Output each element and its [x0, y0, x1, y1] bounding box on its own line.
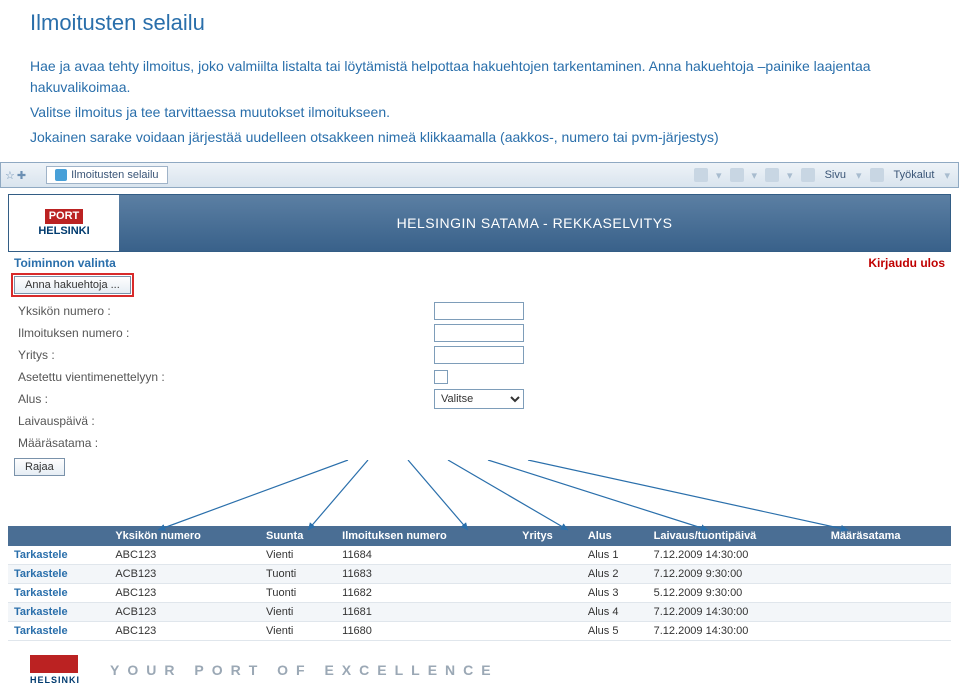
label-ilmoitus: Ilmoituksen numero : — [14, 326, 434, 340]
cell-suunta: Vienti — [260, 603, 336, 622]
cell-maara — [825, 584, 951, 603]
cell-yksikko: ACB123 — [109, 603, 260, 622]
label-alus: Alus : — [14, 392, 434, 406]
page-icon[interactable] — [801, 168, 815, 182]
cell-pvm: 5.12.2009 9:30:00 — [648, 584, 825, 603]
label-yritys: Yritys : — [14, 348, 434, 362]
footer-logo-block — [30, 655, 78, 673]
input-yksikko[interactable] — [434, 302, 524, 320]
cell-alus: Alus 3 — [582, 584, 648, 603]
table-row[interactable]: TarkasteleABC123Tuonti11682 Alus 35.12.20… — [8, 584, 951, 603]
row-view-link[interactable]: Tarkastele — [8, 622, 109, 641]
print-icon[interactable] — [765, 168, 779, 182]
banner-title: HELSINGIN SATAMA - REKKASELVITYS — [397, 215, 673, 231]
slide-footer: HELSINKI YOUR PORT OF EXCELLENCE — [0, 645, 959, 693]
cell-yksikko: ACB123 — [109, 565, 260, 584]
cell-yritys — [516, 584, 582, 603]
cell-yritys — [516, 565, 582, 584]
slide-description: Hae ja avaa tehty ilmoitus, joko valmiil… — [0, 41, 959, 162]
menu-page[interactable]: Sivu — [823, 169, 848, 181]
home-icon[interactable] — [694, 168, 708, 182]
row-view-link[interactable]: Tarkastele — [8, 584, 109, 603]
footer-logo: HELSINKI — [30, 655, 80, 685]
app-banner: PORT HELSINKI HELSINGIN SATAMA - REKKASE… — [8, 194, 951, 252]
cell-yritys — [516, 622, 582, 641]
cell-yritys — [516, 603, 582, 622]
cell-maara — [825, 603, 951, 622]
cell-suunta: Tuonti — [260, 584, 336, 603]
footer-tagline: YOUR PORT OF EXCELLENCE — [110, 662, 499, 678]
checkbox-vienti[interactable] — [434, 370, 448, 384]
cell-alus: Alus 4 — [582, 603, 648, 622]
cell-ilmoitus: 11682 — [336, 584, 516, 603]
cell-ilmoitus: 11680 — [336, 622, 516, 641]
cell-pvm: 7.12.2009 14:30:00 — [648, 622, 825, 641]
cell-yksikko: ABC123 — [109, 622, 260, 641]
cell-alus: Alus 2 — [582, 565, 648, 584]
cell-maara — [825, 565, 951, 584]
menu-tools[interactable]: Työkalut — [892, 169, 937, 181]
feed-icon[interactable] — [730, 168, 744, 182]
add-favorite-icon[interactable]: ✚ — [17, 169, 26, 182]
cell-ilmoitus: 11681 — [336, 603, 516, 622]
annotation-arrows — [8, 480, 951, 540]
nav-logout[interactable]: Kirjaudu ulos — [868, 256, 945, 270]
favicon-icon — [55, 169, 67, 181]
desc-p2: Valitse ilmoitus ja tee tarvittaessa muu… — [30, 102, 929, 123]
favorites-icon[interactable]: ☆ — [5, 169, 15, 182]
logo-top: PORT — [45, 209, 84, 224]
label-laivaus: Laivauspäivä : — [14, 414, 434, 428]
input-yritys[interactable] — [434, 346, 524, 364]
tab-title: Ilmoitusten selailu — [71, 169, 158, 181]
page-title: Ilmoitusten selailu — [30, 10, 929, 36]
logo-sub: HELSINKI — [38, 226, 89, 237]
cell-maara — [825, 622, 951, 641]
table-row[interactable]: TarkasteleABC123Vienti11680 Alus 57.12.20… — [8, 622, 951, 641]
label-maara: Määräsatama : — [14, 436, 434, 450]
input-ilmoitus[interactable] — [434, 324, 524, 342]
banner-logo: PORT HELSINKI — [9, 195, 119, 251]
nav-toiminnon-valinta[interactable]: Toiminnon valinta — [14, 256, 116, 270]
tools-icon[interactable] — [870, 168, 884, 182]
cell-suunta: Tuonti — [260, 565, 336, 584]
expand-filters-button[interactable]: Anna hakuehtoja ... — [14, 276, 131, 294]
browser-tab[interactable]: Ilmoitusten selailu — [46, 166, 167, 184]
table-row[interactable]: TarkasteleACB123Tuonti11683 Alus 27.12.20… — [8, 565, 951, 584]
browser-tab-bar: ☆ ✚ Ilmoitusten selailu ▾ ▾ ▾ Sivu ▾ Työ… — [0, 162, 959, 188]
cell-yksikko: ABC123 — [109, 584, 260, 603]
label-yksikko: Yksikön numero : — [14, 304, 434, 318]
cell-suunta: Vienti — [260, 622, 336, 641]
row-view-link[interactable]: Tarkastele — [8, 603, 109, 622]
table-row[interactable]: TarkasteleACB123Vienti11681 Alus 47.12.20… — [8, 603, 951, 622]
cell-pvm: 7.12.2009 14:30:00 — [648, 603, 825, 622]
desc-p3: Jokainen sarake voidaan järjestää uudell… — [30, 127, 929, 148]
desc-p1: Hae ja avaa tehty ilmoitus, joko valmiil… — [30, 56, 929, 98]
cell-alus: Alus 5 — [582, 622, 648, 641]
row-view-link[interactable]: Tarkastele — [8, 565, 109, 584]
cell-pvm: 7.12.2009 9:30:00 — [648, 565, 825, 584]
label-vienti: Asetettu vientimenettelyyn : — [14, 370, 434, 384]
select-alus[interactable]: Valitse — [434, 389, 524, 409]
cell-ilmoitus: 11683 — [336, 565, 516, 584]
